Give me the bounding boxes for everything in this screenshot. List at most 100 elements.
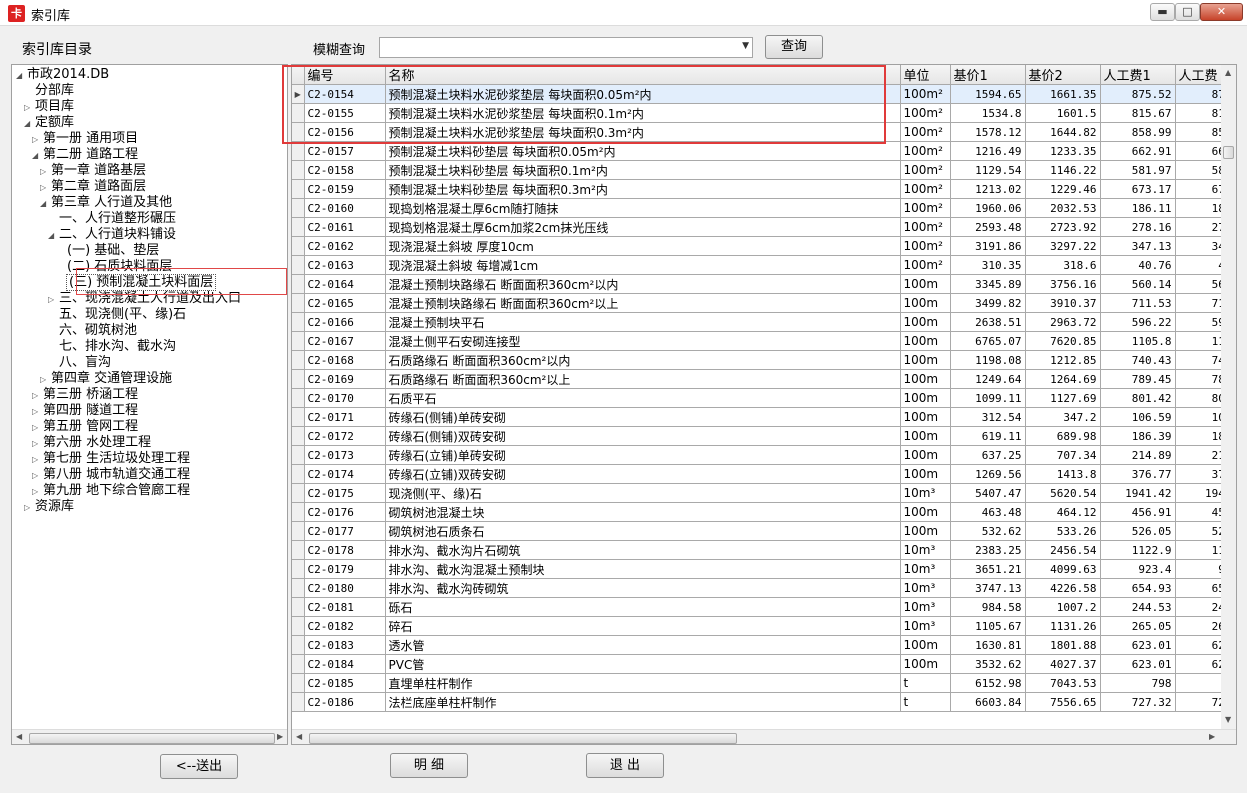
table-row[interactable]: C2-0160 现捣划格混凝土厚6cm随打随抹 100m² 1960.06 2032.5… (292, 198, 1236, 218)
maximize-button[interactable]: □ (1175, 3, 1200, 21)
table-cell[interactable]: 5407.47 (950, 483, 1026, 503)
table-cell[interactable]: C2-0163 (304, 255, 386, 275)
tree-node[interactable]: 八、盲沟 (48, 355, 111, 371)
table-cell[interactable]: 278.16 (1100, 217, 1176, 237)
table-cell[interactable]: 1007.2 (1025, 597, 1101, 617)
table-cell[interactable]: 1264.69 (1025, 369, 1101, 389)
expand-arrow-icon[interactable]: ▷ (48, 292, 59, 308)
table-cell[interactable]: 858.99 (1100, 122, 1176, 142)
tree-node[interactable]: ◢ 二、人行道块料铺设 (48, 227, 176, 243)
table-cell[interactable]: 560.14 (1100, 274, 1176, 294)
table-cell[interactable]: 40.76 (1100, 255, 1176, 275)
table-cell[interactable]: 3532.62 (950, 654, 1026, 674)
table-cell[interactable]: 5620.54 (1025, 483, 1101, 503)
table-cell[interactable]: 1127.69 (1025, 388, 1101, 408)
table-cell[interactable]: C2-0179 (304, 559, 386, 579)
scrollbar-thumb[interactable] (1223, 146, 1234, 159)
table-cell[interactable]: 2383.25 (950, 540, 1026, 560)
table-cell[interactable]: 801.42 (1100, 388, 1176, 408)
table-cell[interactable]: 214.89 (1100, 445, 1176, 465)
table-cell[interactable]: 654.93 (1100, 578, 1176, 598)
table-cell[interactable]: 7620.85 (1025, 331, 1101, 351)
table-row[interactable]: C2-0170石质平石100m1099.111127.69801.42801 (292, 388, 1236, 408)
send-button[interactable]: <--送出 (160, 754, 238, 779)
table-cell[interactable]: 662.91 (1100, 141, 1176, 161)
detail-button[interactable]: 明 细 (390, 753, 468, 778)
table-cell[interactable]: 1534.8 (950, 103, 1026, 123)
table-cell[interactable]: 244.53 (1100, 597, 1176, 617)
table-cell[interactable]: 596.22 (1100, 312, 1176, 332)
table-cell[interactable]: 623.01 (1100, 635, 1176, 655)
row-indicator[interactable] (292, 692, 305, 712)
table-cell[interactable]: 100m (900, 331, 951, 351)
expand-arrow-icon[interactable]: ▷ (32, 484, 43, 500)
table-cell[interactable]: 6152.98 (950, 673, 1026, 693)
tree-node[interactable]: ▷ 第九册 地下综合管廊工程 (32, 483, 190, 499)
expand-arrow-icon[interactable]: ▷ (40, 164, 51, 180)
table-row[interactable]: C2-0157 预制混凝土块料砂垫层 每块面积0.05m²内 100m² 1216.4… (292, 141, 1236, 161)
table-cell[interactable]: 526.05 (1100, 521, 1176, 541)
row-indicator[interactable] (292, 255, 305, 275)
table-cell[interactable]: C2-0178 (304, 540, 386, 560)
table-cell[interactable]: 砖缘石(立铺)单砖安砌 (385, 445, 901, 465)
table-cell[interactable]: 现浇混凝土斜坡 厚度10cm (385, 236, 901, 256)
row-indicator[interactable] (292, 217, 305, 237)
table-cell[interactable]: 7556.65 (1025, 692, 1101, 712)
table-cell[interactable]: 740.43 (1100, 350, 1176, 370)
table-cell[interactable]: 1099.11 (950, 388, 1026, 408)
table-row[interactable]: C2-0159 预制混凝土块料砂垫层 每块面积0.3m²内 100m² 1213.02… (292, 179, 1236, 199)
table-cell[interactable]: 3191.86 (950, 236, 1026, 256)
collapse-arrow-icon[interactable]: ◢ (16, 68, 27, 84)
table-cell[interactable]: C2-0158 (304, 160, 386, 180)
table-cell[interactable]: 637.25 (950, 445, 1026, 465)
row-indicator[interactable] (292, 540, 305, 560)
table-cell[interactable]: 100m (900, 407, 951, 427)
tree-node[interactable]: ▷ 第三册 桥涵工程 (32, 387, 138, 403)
table-cell[interactable]: 1122.9 (1100, 540, 1176, 560)
table-cell[interactable]: 100m² (900, 141, 951, 161)
row-indicator[interactable] (292, 312, 305, 332)
minimize-button[interactable]: ▬ (1150, 3, 1175, 21)
table-row[interactable]: C2-0175 现浇侧(平、缘)石 10m³ 5407.47 5620.54 1941.4… (292, 483, 1236, 503)
table-cell[interactable]: 混凝土预制块平石 (385, 312, 901, 332)
table-cell[interactable]: 1661.35 (1025, 84, 1101, 104)
expand-arrow-icon[interactable]: ▷ (32, 132, 43, 148)
scroll-right-icon[interactable]: ▶ (1209, 732, 1215, 741)
table-cell[interactable]: 1198.08 (950, 350, 1026, 370)
table-cell[interactable]: 100m (900, 654, 951, 674)
table-cell[interactable]: 798 (1100, 673, 1176, 693)
table-cell[interactable]: 100m² (900, 160, 951, 180)
tree-node[interactable]: 六、砌筑树池 (48, 323, 137, 339)
table-cell[interactable]: 10m³ (900, 597, 951, 617)
table-cell[interactable]: 3910.37 (1025, 293, 1101, 313)
table-cell[interactable]: C2-0181 (304, 597, 386, 617)
table-row[interactable]: C2-0184PVC管100m3532.624027.37623.01623 (292, 654, 1236, 674)
table-cell[interactable]: 3297.22 (1025, 236, 1101, 256)
exit-button[interactable]: 退 出 (586, 753, 664, 778)
tree-node[interactable]: ▷ 资源库 (24, 499, 74, 515)
table-cell[interactable]: C2-0171 (304, 407, 386, 427)
table-cell[interactable]: 1269.56 (950, 464, 1026, 484)
table-cell[interactable]: C2-0170 (304, 388, 386, 408)
table-cell[interactable]: 673.17 (1100, 179, 1176, 199)
table-row[interactable]: C2-0164 混凝土预制块路缘石 断面面积360cm²以内 100m 3345.89… (292, 274, 1236, 294)
table-cell[interactable]: 1630.81 (950, 635, 1026, 655)
expand-arrow-icon[interactable]: ▷ (24, 100, 35, 116)
table-cell[interactable]: 1229.46 (1025, 179, 1101, 199)
table-cell[interactable]: 100m² (900, 217, 951, 237)
table-cell[interactable]: 4027.37 (1025, 654, 1101, 674)
table-cell[interactable]: 排水沟、截水沟片石砌筑 (385, 540, 901, 560)
tree-node[interactable]: ▷ 第八册 城市轨道交通工程 (32, 467, 190, 483)
table-cell[interactable]: 581.97 (1100, 160, 1176, 180)
scroll-up-icon[interactable]: ▲ (1225, 68, 1231, 77)
table-cell[interactable]: 石质路缘石 断面面积360cm²以上 (385, 369, 901, 389)
column-header[interactable]: 基价2 (1025, 65, 1101, 85)
table-cell[interactable]: 透水管 (385, 635, 901, 655)
table-row[interactable]: C2-0177砌筑树池石质条石100m532.62533.26526.05526 (292, 521, 1236, 541)
table-cell[interactable]: 186.11 (1100, 198, 1176, 218)
expand-arrow-icon[interactable]: ▷ (24, 500, 35, 516)
row-indicator[interactable] (292, 236, 305, 256)
table-cell[interactable]: 3345.89 (950, 274, 1026, 294)
table-cell[interactable]: C2-0182 (304, 616, 386, 636)
row-indicator[interactable] (292, 198, 305, 218)
